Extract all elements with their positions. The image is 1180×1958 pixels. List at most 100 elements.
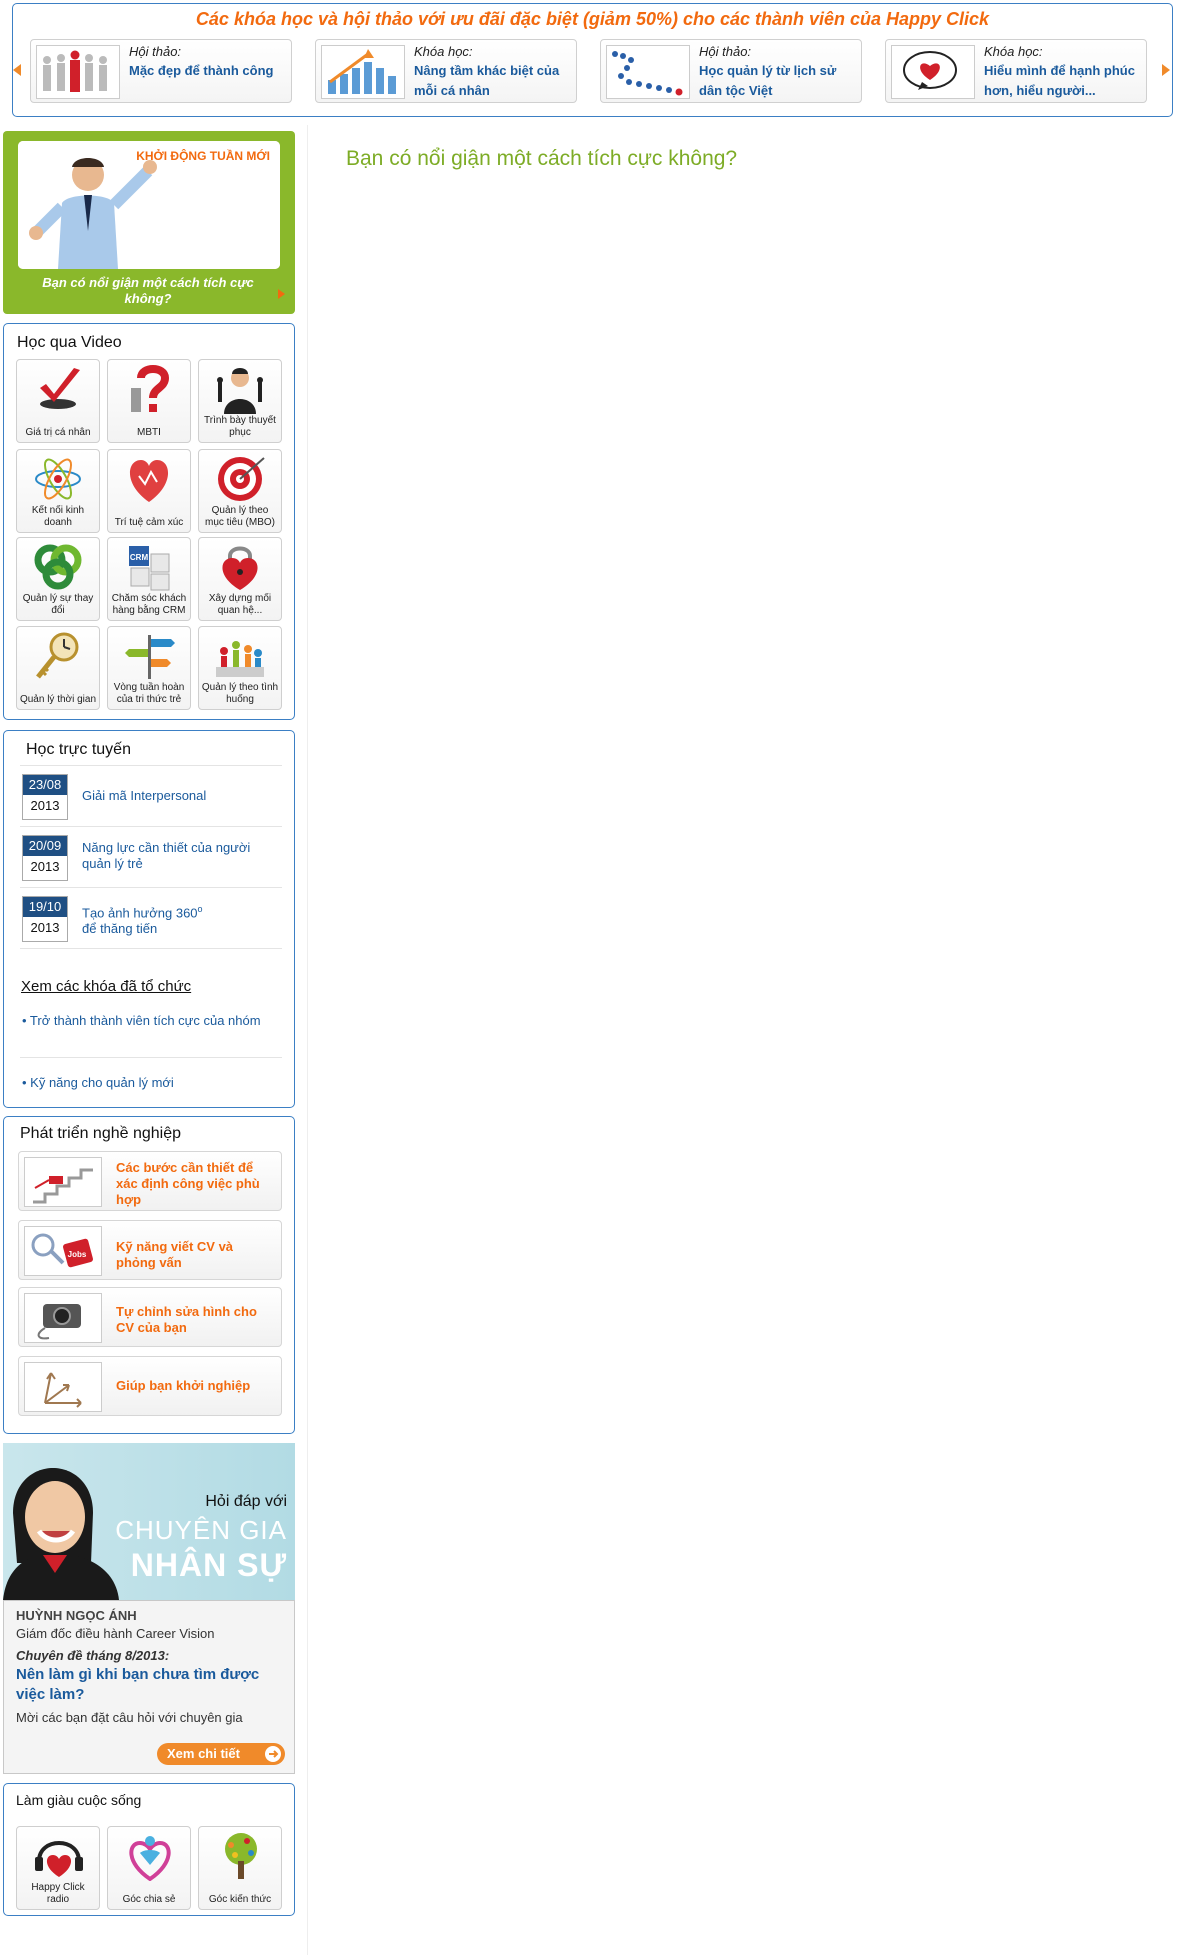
weekly-text[interactable]: Bạn có nổi giận một cách tích cực không? — [33, 275, 263, 307]
promo-item[interactable]: Hội thảo: Mặc đẹp để thành công — [30, 39, 292, 103]
date-day: 19/10 — [23, 897, 67, 917]
video-item[interactable]: Quản lý theo mục tiêu (MBO) — [198, 449, 282, 533]
career-item[interactable]: Tự chỉnh sửa hình cho CV của bạn — [18, 1287, 282, 1347]
course-row[interactable]: 23/08 2013 Giải mã Interpersonal — [20, 766, 282, 827]
course-title-part: để thăng tiến — [82, 921, 158, 937]
past-course-link[interactable]: • Kỹ năng cho quản lý mới — [22, 1075, 262, 1091]
video-label: MBTI — [137, 427, 161, 438]
life-label: Góc kiến thức — [208, 1894, 272, 1905]
tree-icon — [225, 1833, 257, 1879]
arrow-circle-icon — [265, 1746, 281, 1762]
video-section: Học qua Video Giá trị cá nhân MBTI Trình… — [3, 323, 295, 720]
weekly-tag: KHỞI ĐỘNG TUẦN MỚI — [136, 149, 270, 163]
expert-heading: Hỏi đáp với — [205, 1493, 287, 1510]
svg-text:CRM: CRM — [130, 553, 149, 562]
video-label: Quản lý thời gian — [19, 694, 97, 705]
video-item[interactable]: MBTI — [107, 359, 191, 443]
video-label: Trí tuệ cảm xúc — [114, 517, 184, 528]
date-day: 23/08 — [23, 775, 67, 795]
video-title: Học qua Video — [17, 334, 122, 351]
jobs-tag-icon: Jobs — [24, 1226, 102, 1276]
video-label: Quản lý sự thay đổi — [22, 593, 94, 616]
video-label: Chăm sóc khách hàng bằng CRM — [111, 593, 187, 616]
topic-title[interactable]: Nên làm gì khi bạn chưa tìm được việc là… — [16, 1665, 266, 1705]
career-section: Phát triển nghề nghiệp Các bước cần thiế… — [3, 1116, 295, 1434]
arrow-right-icon[interactable] — [278, 289, 285, 299]
clock-key-icon — [36, 632, 79, 679]
career-item-text: Các bước cần thiết để xác định công việc… — [116, 1160, 260, 1207]
life-section: Làm giàu cuộc sống Happy Click radio Góc… — [3, 1783, 295, 1916]
video-item[interactable]: Quản lý thời gian — [16, 626, 100, 710]
promo-next-arrow-icon[interactable] — [1162, 64, 1170, 76]
career-item[interactable]: Các bước cần thiết để xác định công việc… — [18, 1151, 282, 1211]
date-badge: 23/08 2013 — [22, 774, 68, 820]
video-item[interactable]: Kết nối kinh doanh — [16, 449, 100, 533]
promo-prev-arrow-icon[interactable] — [13, 64, 21, 76]
video-item[interactable]: Giá trị cá nhân — [16, 359, 100, 443]
video-item[interactable]: Vòng tuần hoàn của tri thức trẻ — [107, 626, 191, 710]
promo-name[interactable]: Mặc đẹp để thành công — [129, 61, 289, 81]
video-item[interactable]: Quản lý theo tình huống — [198, 626, 282, 710]
career-title: Phát triển nghề nghiệp — [20, 1125, 182, 1142]
expert-heading2: CHUYÊN GIA — [115, 1515, 287, 1545]
course-link[interactable]: Tạo ảnh hưởng 360o để thăng tiến — [82, 901, 277, 937]
course-title-part: Tạo ảnh hưởng 360 — [82, 905, 198, 921]
expert-banner[interactable]: Hỏi đáp với CHUYÊN GIA NHÂN SỰ — [3, 1443, 295, 1600]
check-mark-icon — [40, 368, 80, 409]
career-item[interactable]: Jobs Kỹ năng viết CV và phỏng vấn — [18, 1220, 282, 1280]
expert-role: Giám đốc điều hành Career Vision — [16, 1626, 215, 1641]
question-mark-icon — [131, 365, 170, 412]
video-item[interactable]: Trình bày thuyết phục — [198, 359, 282, 443]
career-item-text: Tự chỉnh sửa hình cho CV của bạn — [116, 1304, 257, 1335]
life-item[interactable]: Góc chia sẻ — [107, 1826, 191, 1910]
column-divider — [307, 125, 308, 1955]
video-label: Quản lý theo mục tiêu (MBO) — [204, 505, 275, 528]
promo-banner: Các khóa học và hội thảo với ưu đãi đặc … — [12, 3, 1173, 117]
video-item[interactable]: Trí tuệ cảm xúc — [107, 449, 191, 533]
life-title: Làm giàu cuộc sống — [16, 1792, 142, 1808]
promo-kind: Khóa học: — [414, 44, 473, 59]
video-label: Kết nối kinh doanh — [31, 505, 85, 528]
growth-chart-icon — [321, 45, 405, 99]
video-item[interactable]: Quản lý sự thay đổi — [16, 537, 100, 621]
date-badge: 19/10 2013 — [22, 896, 68, 942]
promo-item[interactable]: Khóa học: Nâng tầm khác biệt của mỗi cá … — [315, 39, 577, 103]
expert-invite: Mời các bạn đặt câu hỏi với chuyên gia — [16, 1710, 243, 1725]
people-crowd-icon — [36, 45, 120, 99]
date-badge: 20/09 2013 — [22, 835, 68, 881]
course-title-sup: o — [197, 904, 203, 914]
course-row[interactable]: 20/09 2013 Năng lực cần thiết của người … — [20, 827, 282, 888]
video-label: Giá trị cá nhân — [25, 427, 91, 438]
promo-item[interactable]: Hội thảo: Học quản lý từ lịch sử dân tộc… — [600, 39, 862, 103]
video-label: Xây dựng mối quan hệ... — [208, 593, 272, 616]
life-item[interactable]: Góc kiến thức — [198, 1826, 282, 1910]
stairs-icon — [24, 1157, 102, 1207]
career-item[interactable]: Giúp bạn khởi nghiệp — [18, 1356, 282, 1416]
date-year: 2013 — [30, 859, 60, 874]
sharing-heart-icon — [129, 1836, 171, 1881]
promo-name[interactable]: Hiểu mình để hạnh phúc hơn, hiểu người..… — [984, 61, 1144, 101]
promo-name[interactable]: Nâng tầm khác biệt của mỗi cá nhân — [414, 61, 574, 101]
svg-text:Jobs: Jobs — [68, 1250, 87, 1259]
past-courses-link[interactable]: Xem các khóa đã tổ chức — [21, 978, 191, 995]
video-item[interactable]: CRM Chăm sóc khách hàng bằng CRM — [107, 537, 191, 621]
weekly-feature[interactable]: KHỞI ĐỘNG TUẦN MỚI Bạn có nổi giận một c… — [3, 131, 295, 314]
course-link[interactable]: Giải mã Interpersonal — [82, 788, 277, 804]
view-details-button[interactable]: Xem chi tiết — [157, 1743, 285, 1765]
expert-info: HUỲNH NGỌC ÁNH Giám đốc điều hành Career… — [3, 1600, 295, 1774]
course-row[interactable]: 19/10 2013 Tạo ảnh hưởng 360o để thăng ti… — [20, 888, 282, 949]
target-icon — [218, 457, 265, 501]
expert-name: HUỲNH NGỌC ÁNH — [16, 1608, 137, 1623]
life-item[interactable]: Happy Click radio — [16, 1826, 100, 1910]
expert-heading3: NHÂN SỰ — [130, 1547, 287, 1583]
date-year: 2013 — [30, 920, 60, 935]
video-label: Vòng tuần hoàn của tri thức trẻ — [113, 682, 185, 705]
video-item[interactable]: Xây dựng mối quan hệ... — [198, 537, 282, 621]
recycle-icon — [34, 544, 82, 590]
course-link[interactable]: Năng lực cần thiết của người quản lý trẻ — [82, 840, 277, 872]
promo-name[interactable]: Học quản lý từ lịch sử dân tộc Việt — [699, 61, 859, 101]
promo-item[interactable]: Khóa học: Hiểu mình để hạnh phúc hơn, hi… — [885, 39, 1147, 103]
past-course-link[interactable]: • Trở thành thành viên tích cực của nhóm — [22, 1013, 262, 1029]
video-label: Trình bày thuyết phục — [204, 415, 276, 438]
date-year: 2013 — [30, 798, 60, 813]
